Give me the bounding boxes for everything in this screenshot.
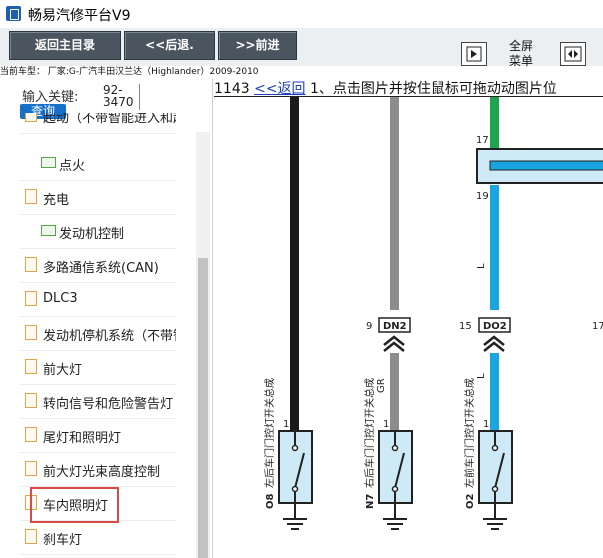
ground-icon [483, 518, 507, 530]
connector-pin: 17 [592, 321, 603, 332]
wiring-diagram[interactable]: 17 19 9 DN2 15 DO2 17 GR L L 1 O8 左后车门门控灯开… [214, 97, 603, 558]
pin-label-19: 19 [476, 191, 489, 202]
switch-description: 左前车门门控灯开关总成 [463, 378, 476, 488]
wire-color-label: L [476, 263, 487, 269]
connector-code: DN2 [383, 321, 407, 332]
window-title: 畅易汽修平台V9 [28, 8, 131, 24]
collapse-sidebar-button[interactable] [461, 42, 487, 66]
door-switch-o2: 1 O2 左前车门门控灯开关总成 [463, 378, 513, 530]
tree-item[interactable]: 充电 [20, 181, 176, 215]
document-icon [25, 529, 37, 544]
forward-button[interactable]: >>前进 [218, 31, 297, 60]
folder-icon [41, 157, 56, 168]
highlight-box [30, 487, 119, 523]
switch-contact [491, 485, 499, 493]
tree-item[interactable]: 尾灯和照明灯 [20, 419, 176, 453]
switch-contact [491, 444, 499, 452]
green-wire [490, 97, 499, 149]
back-to-main-button[interactable]: 返回主目录 [9, 31, 121, 60]
connector-pin: 9 [366, 321, 372, 332]
black-wire [290, 97, 299, 431]
document-icon [25, 461, 37, 476]
current-car-info: 当前车型： 厂家:G-广汽丰田汉兰达（Highlander）2009-2010 [0, 67, 259, 77]
connector-code: DO2 [483, 321, 507, 332]
tree-item-label: 充电 [43, 193, 70, 208]
switch-pin: 1 [383, 419, 389, 430]
tree-item[interactable]: 刹车灯 [20, 521, 176, 555]
tree-item-label: 转向信号和危险警告灯 [43, 397, 174, 412]
tree-item[interactable]: 起动（不带智能进入和起动 [20, 113, 176, 134]
tree-item[interactable]: DLC3 [20, 283, 176, 317]
document-icon [25, 325, 37, 340]
document-icon [25, 257, 37, 272]
switch-pin: 1 [283, 419, 289, 430]
document-icon [25, 427, 37, 442]
tree-item-label: 发动机停机系统（不带智能 [43, 329, 176, 344]
back-button[interactable]: <<后退. [124, 31, 215, 60]
tree-item[interactable]: 转向信号和危险警告灯 [20, 385, 176, 419]
connector-pin: 15 [459, 321, 472, 332]
document-icon [25, 393, 37, 408]
switch-contact [391, 444, 399, 452]
junction-bus [489, 160, 603, 171]
switch-code: N7 [365, 494, 376, 509]
wire-color-label: L [476, 373, 487, 379]
tree-item[interactable]: 发动机控制 [20, 215, 176, 249]
switch-pin: 1 [483, 419, 489, 430]
tree-item-label: 点火 [59, 159, 86, 174]
connector-chevron-icon [383, 335, 405, 352]
tree-item-label: DLC3 [43, 291, 78, 306]
tree-item-label: 尾灯和照明灯 [43, 431, 122, 446]
search-input[interactable]: 92-3470 [103, 84, 140, 110]
document-icon [25, 291, 37, 306]
tree-item-label: 发动机控制 [59, 227, 125, 242]
switch-contact [391, 485, 399, 493]
expand-icon [564, 46, 582, 62]
fullscreen-button[interactable] [560, 42, 586, 66]
wire-color-label: GR [376, 378, 387, 393]
connector-chevron-icon [483, 335, 505, 352]
blue-wire-upper [490, 185, 499, 310]
tree-item[interactable]: 点火 [20, 147, 176, 181]
switch-contact [291, 485, 299, 493]
door-switch-o8: 1 O8 左后车门门控灯开关总成 [263, 378, 313, 530]
document-icon [25, 189, 37, 204]
scrollbar-thumb[interactable] [198, 258, 208, 558]
tree-item[interactable]: 前大灯 [20, 351, 176, 385]
tree-item[interactable]: 前大灯光束高度控制 [20, 453, 176, 487]
search-label: 输入关键: [22, 90, 79, 105]
instruction-text: 1、点击图片并按住鼠标可拖动动图片位 [310, 81, 557, 97]
blue-wire-lower [490, 353, 499, 431]
arrow-right-icon [466, 46, 482, 62]
tree-item[interactable]: 发动机停机系统（不带智能 [20, 317, 176, 351]
folder-icon [41, 225, 56, 236]
document-icon [25, 359, 37, 374]
title-bar: 畅易汽修平台V9 [0, 0, 603, 29]
switch-description: 右后车门门控灯开关总成 [363, 378, 376, 488]
ground-icon [383, 518, 407, 530]
document-icon [25, 113, 37, 122]
tree-item-label: 刹车灯 [43, 533, 83, 548]
back-link[interactable]: <<返回 [254, 81, 305, 96]
tree-item-label: 前大灯光束高度控制 [43, 465, 161, 480]
content-header: 1143 <<返回 1、点击图片并按住鼠标可拖动动图片位 [214, 78, 603, 97]
tree-item-label: 多路通信系统(CAN) [43, 261, 159, 276]
switch-code: O8 [265, 493, 276, 509]
switch-code: O2 [465, 493, 476, 509]
switch-contact [291, 444, 299, 452]
gray-wire-upper [390, 97, 399, 310]
tree-item[interactable]: 多路通信系统(CAN) [20, 249, 176, 283]
door-switch-n7: 1 N7 右后车门门控灯开关总成 [363, 378, 413, 530]
page-number: 1143 [214, 81, 250, 97]
fullscreen-menu-label: 全屏 菜单 [508, 39, 533, 68]
gray-wire-lower [390, 353, 399, 431]
tree-item-label: 前大灯 [43, 363, 83, 378]
app-icon [6, 6, 21, 21]
pin-label-17: 17 [476, 135, 489, 146]
ground-icon [283, 518, 307, 530]
tree-item-label: 起动（不带智能进入和起动 [43, 113, 176, 126]
switch-description: 左后车门门控灯开关总成 [263, 378, 276, 488]
